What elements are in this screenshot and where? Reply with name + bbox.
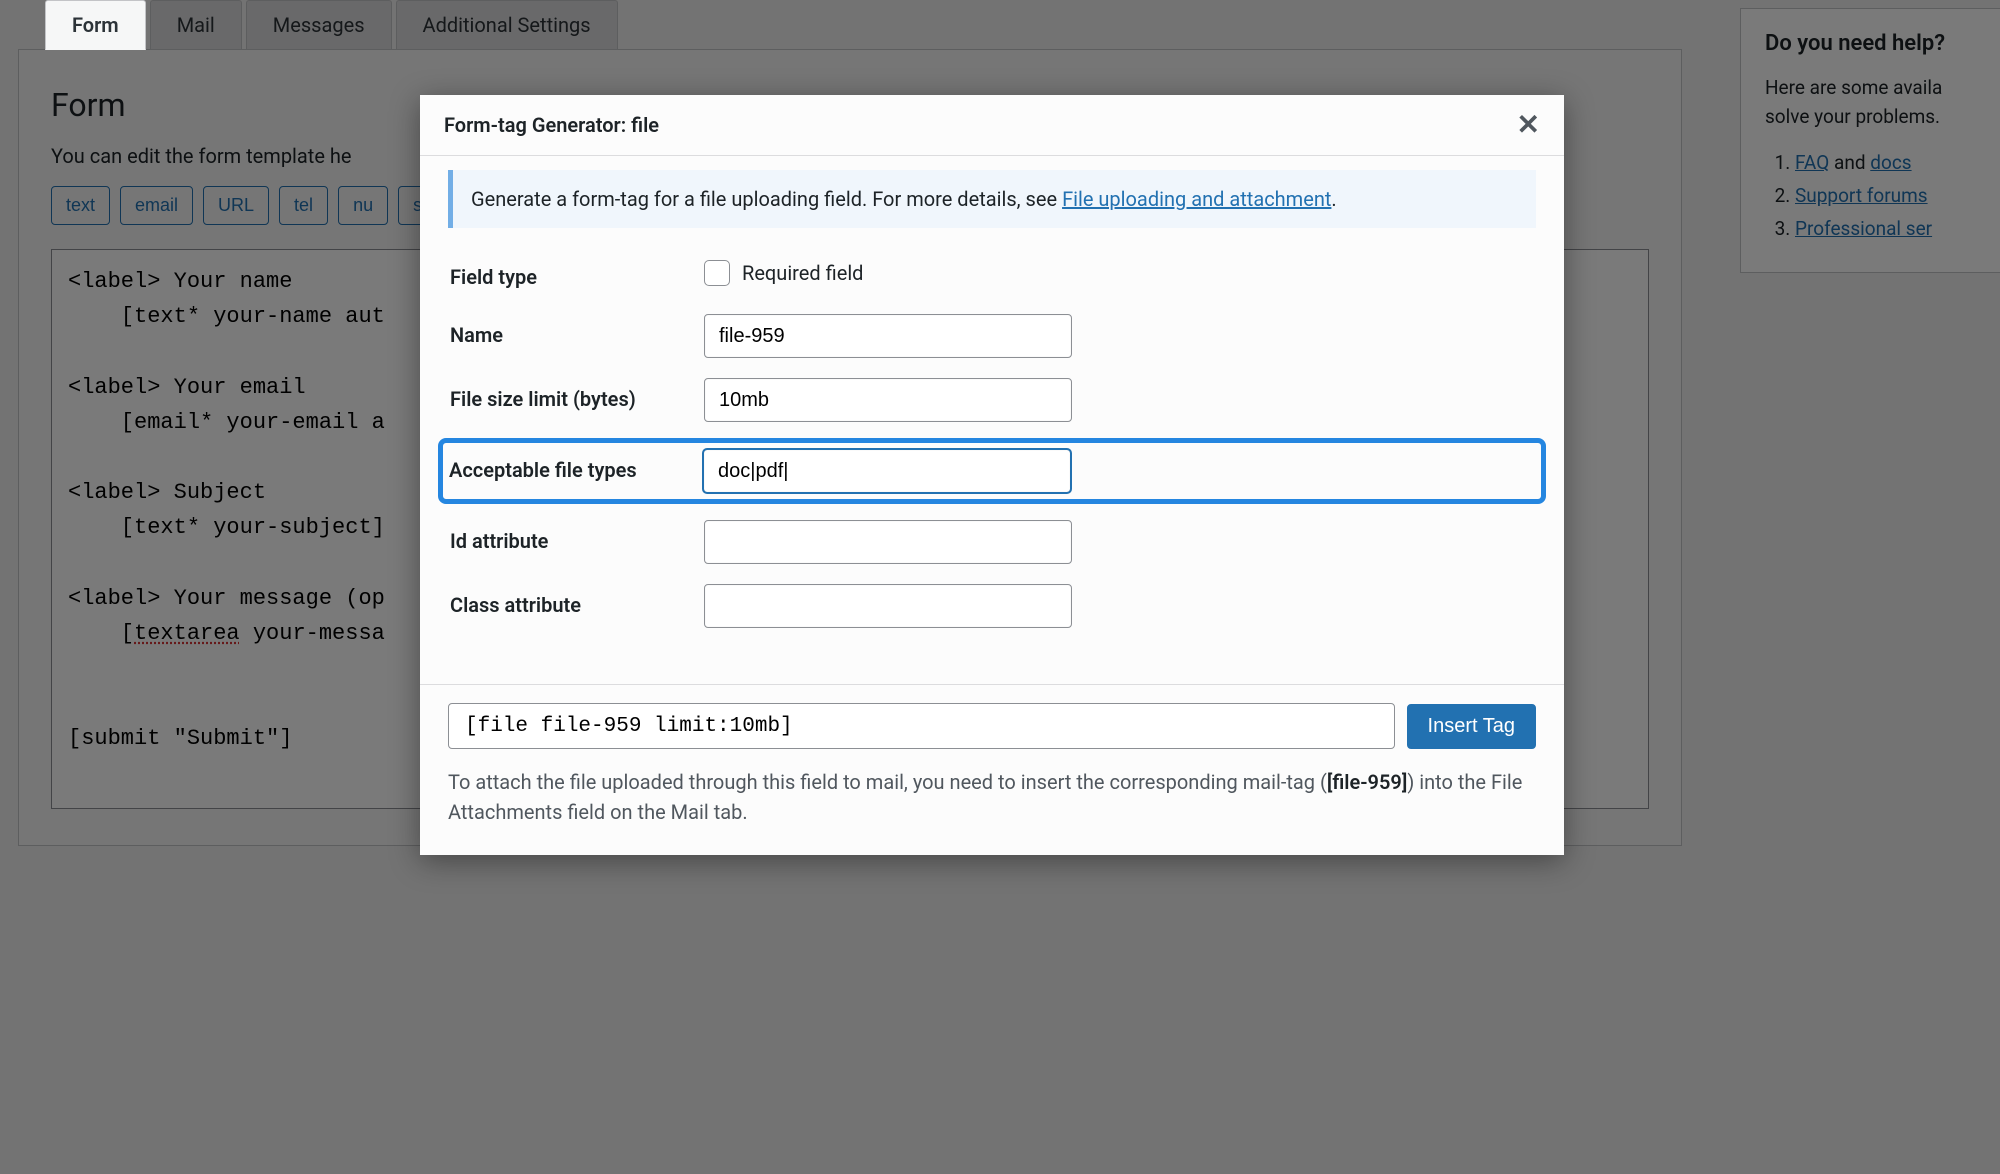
tab-form[interactable]: Form — [45, 0, 146, 50]
label-acceptable-file-types: Acceptable file types — [449, 449, 703, 483]
link-file-uploading-attachment[interactable]: File uploading and attachment — [1062, 187, 1331, 211]
modal-title: Form-tag Generator: file — [444, 113, 659, 137]
modal-footer: Insert Tag To attach the file uploaded t… — [420, 684, 1564, 855]
row-field-type: Field type Required field — [448, 252, 1536, 298]
id-attribute-input[interactable] — [704, 520, 1072, 564]
acceptable-file-types-input[interactable] — [703, 449, 1071, 493]
footer-description: To attach the file uploaded through this… — [448, 767, 1536, 827]
insert-tag-button[interactable]: Insert Tag — [1407, 704, 1536, 749]
required-field-label: Required field — [742, 261, 863, 285]
generated-shortcode-input[interactable] — [448, 703, 1395, 749]
mail-tag-code: [file-959] — [1327, 770, 1407, 794]
label-id-attribute: Id attribute — [450, 520, 704, 554]
row-acceptable-file-types: Acceptable file types — [438, 438, 1546, 504]
row-id-attribute: Id attribute — [448, 516, 1536, 568]
modal-header: Form-tag Generator: file ✕ — [420, 95, 1564, 156]
label-name: Name — [450, 314, 704, 348]
form-tag-generator-modal: Form-tag Generator: file ✕ Generate a fo… — [420, 95, 1564, 855]
row-file-size-limit: File size limit (bytes) — [448, 374, 1536, 426]
label-file-size-limit: File size limit (bytes) — [450, 378, 704, 412]
label-class-attribute: Class attribute — [450, 584, 704, 618]
label-field-type: Field type — [450, 256, 704, 290]
name-input[interactable] — [704, 314, 1072, 358]
required-field-checkbox[interactable] — [704, 260, 730, 286]
row-name: Name — [448, 310, 1536, 362]
class-attribute-input[interactable] — [704, 584, 1072, 628]
file-size-limit-input[interactable] — [704, 378, 1072, 422]
row-class-attribute: Class attribute — [448, 580, 1536, 632]
modal-info-box: Generate a form-tag for a file uploading… — [448, 170, 1536, 228]
close-icon[interactable]: ✕ — [1517, 111, 1540, 139]
required-field-checkbox-wrap[interactable]: Required field — [704, 256, 1072, 286]
